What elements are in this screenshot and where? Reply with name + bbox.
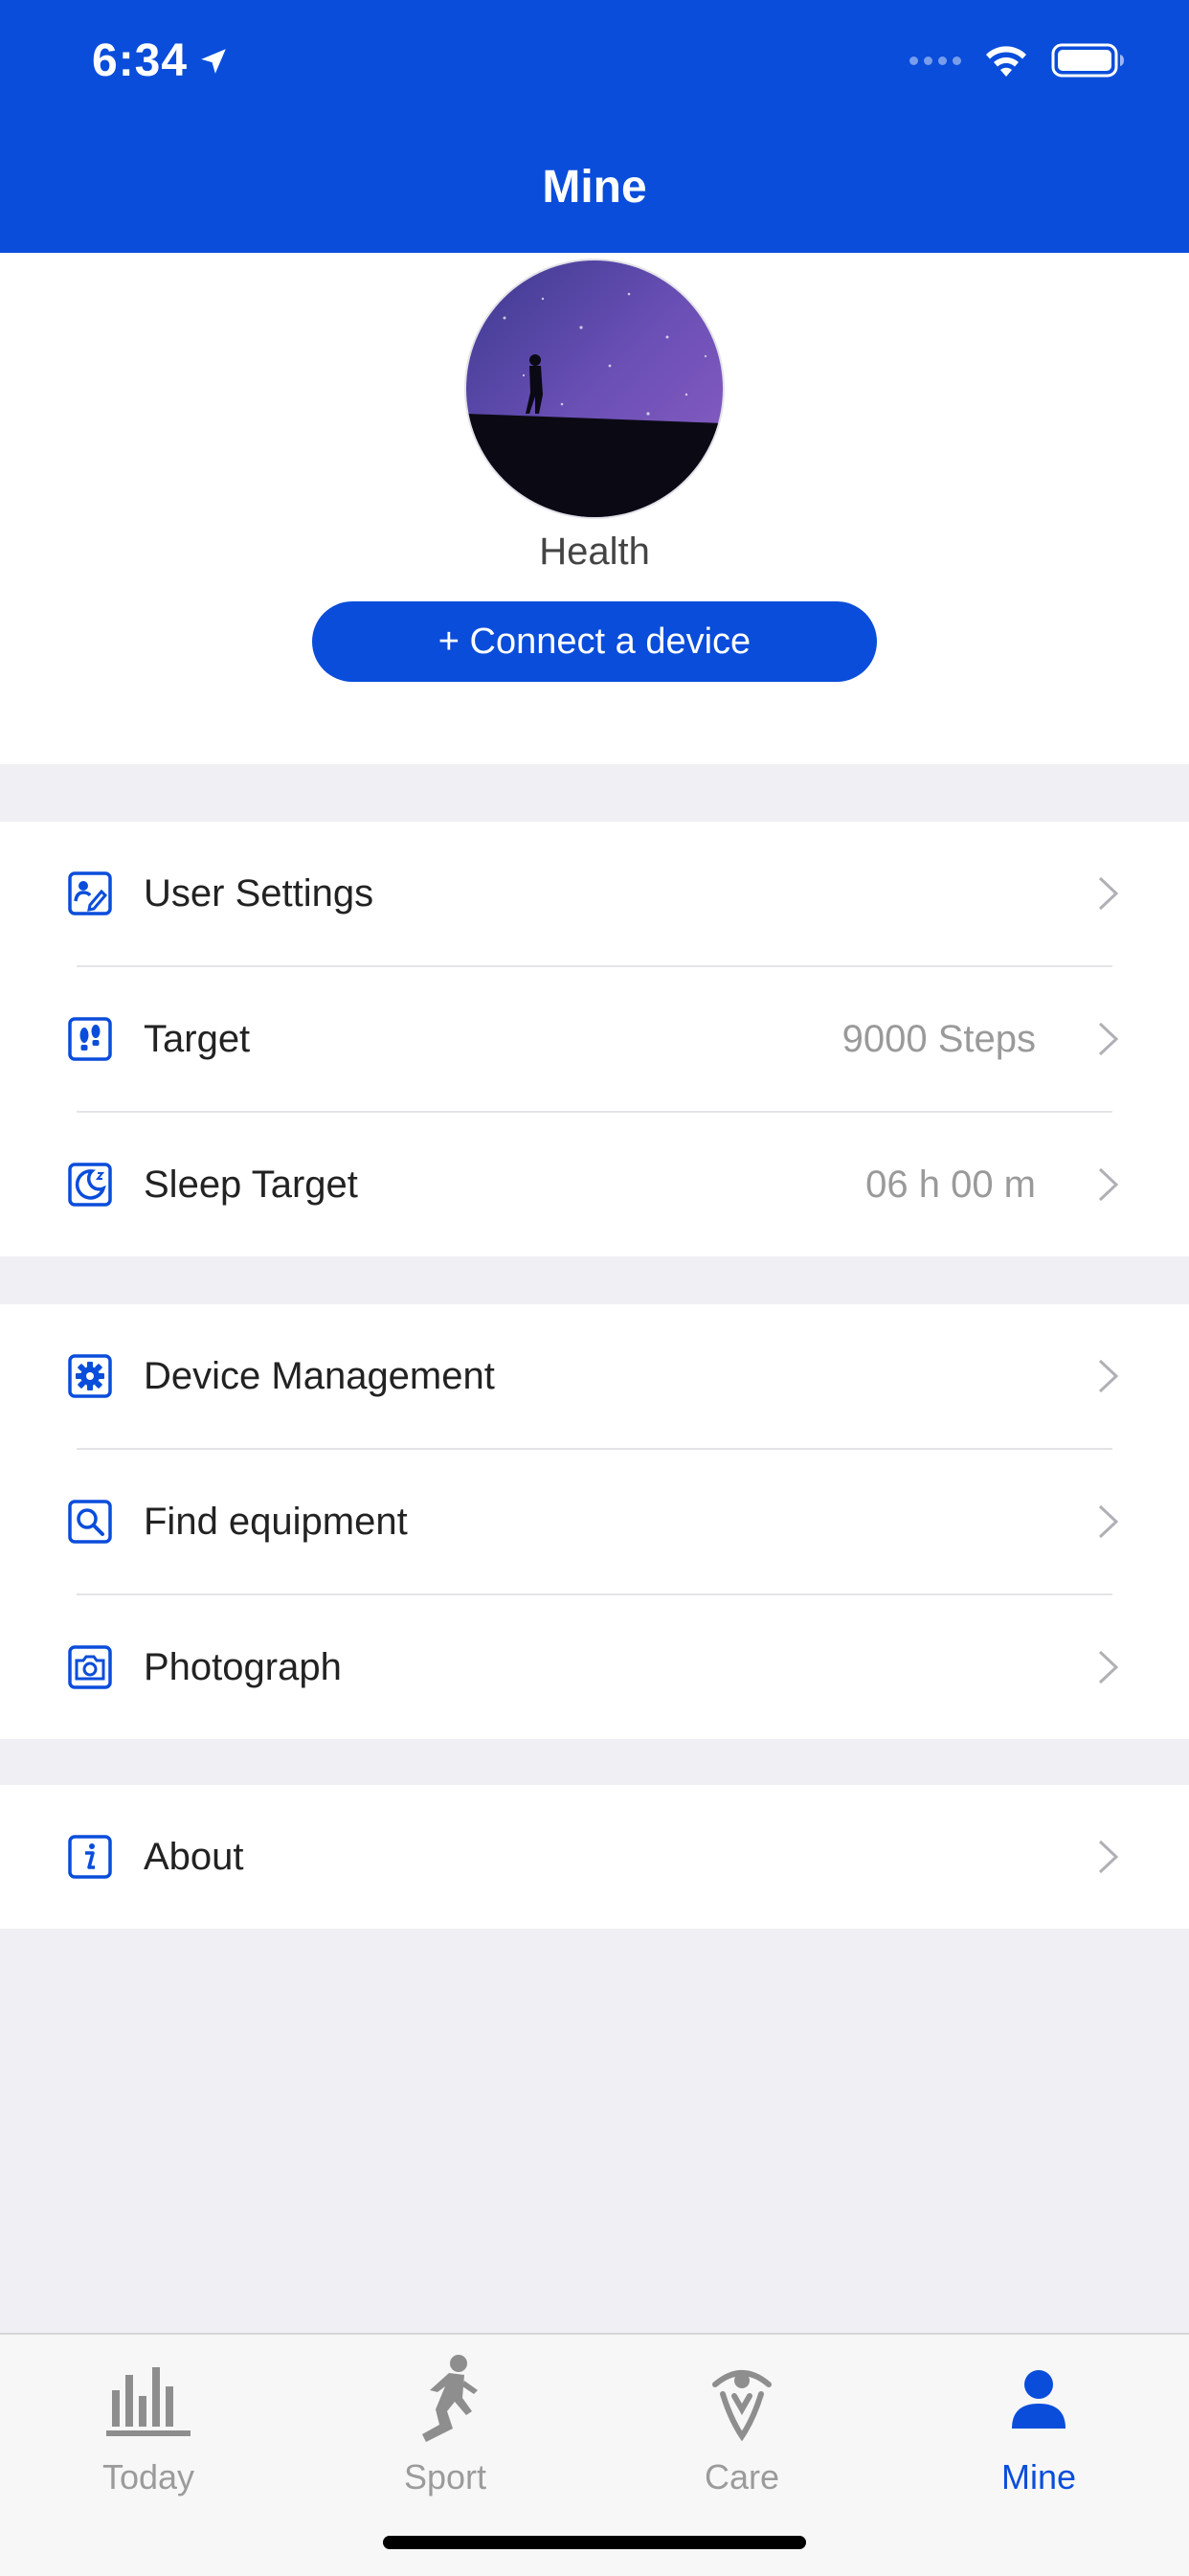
status-time-text: 6:34 (92, 35, 189, 86)
gear-icon (68, 1354, 112, 1398)
footprints-icon (68, 1017, 112, 1061)
camera-icon (68, 1645, 112, 1689)
chevron-right-icon (1098, 1840, 1119, 1874)
user-icon (1012, 2370, 1066, 2429)
night-sky-avatar-image (466, 260, 723, 517)
settings-row-label: User Settings (144, 871, 374, 915)
page-title: Mine (542, 162, 647, 213)
chevron-right-icon (1098, 1504, 1119, 1539)
user-edit-icon (68, 871, 112, 915)
settings-row-user-settings[interactable]: User Settings (0, 822, 1189, 965)
chevron-right-icon (1098, 876, 1119, 911)
connect-device-button[interactable]: + Connect a device (312, 601, 877, 682)
chevron-right-icon (1098, 1650, 1119, 1684)
cellular-signal-icon (909, 56, 961, 65)
search-icon (68, 1500, 112, 1544)
settings-row-sleep-target[interactable]: Sleep Target 06 h 00 m (0, 1113, 1189, 1256)
settings-group-targets: User Settings Target 9000 Steps Sleep Ta… (0, 822, 1189, 1256)
info-icon (68, 1835, 112, 1879)
status-bar-time: 6:34 (92, 34, 230, 87)
runner-icon (422, 2355, 478, 2442)
settings-group-device: Device Management Find equipment Photogr… (0, 1304, 1189, 1739)
status-bar-indicators (909, 42, 1126, 79)
chevron-right-icon (1098, 1359, 1119, 1393)
tab-label: Today (101, 2457, 195, 2497)
settings-row-label: About (144, 1835, 244, 1878)
target-steps-value: 9000 Steps (841, 1017, 1036, 1060)
location-arrow-icon (201, 48, 226, 74)
top-header: 6:34 Mine (0, 0, 1189, 253)
tab-label: Sport (403, 2457, 487, 2497)
settings-row-label: Target (144, 1017, 251, 1060)
home-indicator[interactable] (383, 2536, 806, 2549)
settings-row-device-management[interactable]: Device Management (0, 1304, 1189, 1448)
battery-icon (1051, 43, 1124, 78)
settings-row-label: Photograph (144, 1645, 342, 1688)
avatar[interactable] (466, 260, 723, 517)
settings-row-label: Sleep Target (144, 1163, 358, 1206)
settings-group-about: About (0, 1785, 1189, 1929)
settings-row-target[interactable]: Target 9000 Steps (0, 967, 1189, 1111)
tab-today[interactable]: Today (0, 2342, 297, 2505)
settings-row-photograph[interactable]: Photograph (0, 1595, 1189, 1739)
moon-sleep-icon (68, 1163, 112, 1207)
chevron-right-icon (1098, 1022, 1119, 1056)
tab-label: Care (704, 2457, 780, 2497)
care-person-icon (712, 2370, 772, 2442)
tab-care[interactable]: Care (594, 2342, 890, 2505)
wifi-icon (986, 46, 1026, 77)
tab-sport[interactable]: Sport (297, 2342, 594, 2505)
tab-mine[interactable]: Mine (890, 2342, 1187, 2505)
tab-label: Mine (1000, 2457, 1077, 2497)
settings-row-find-equipment[interactable]: Find equipment (0, 1450, 1189, 1593)
settings-row-about[interactable]: About (0, 1785, 1189, 1929)
settings-row-label: Device Management (144, 1354, 495, 1397)
profile-section: Health + Connect a device (0, 253, 1189, 764)
bar-chart-icon (106, 2367, 191, 2436)
chevron-right-icon (1098, 1167, 1119, 1202)
profile-name: Health (539, 531, 650, 573)
sleep-target-value: 06 h 00 m (865, 1163, 1036, 1206)
settings-row-label: Find equipment (144, 1500, 408, 1543)
